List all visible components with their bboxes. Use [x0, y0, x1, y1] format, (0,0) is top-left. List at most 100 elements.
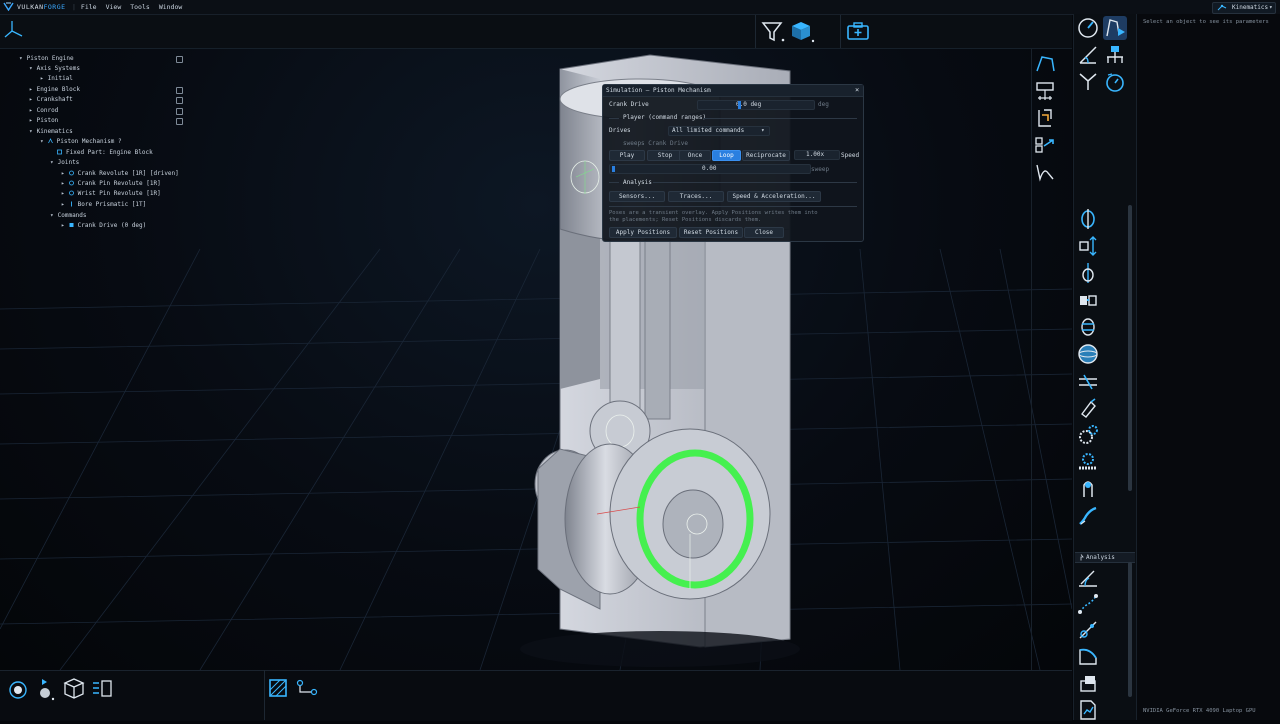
cable-joint-tool[interactable] [1076, 477, 1100, 501]
axis-triad-icon[interactable] [3, 18, 25, 40]
tree-node-label: Crankshaft [36, 96, 73, 103]
analysis-panel-header[interactable]: Analysis [1075, 552, 1135, 563]
stop-button[interactable]: Stop [647, 150, 683, 161]
section-divider [653, 182, 857, 183]
tree-node-initial[interactable]: ▸ Initial [40, 75, 73, 82]
mechanism-icon[interactable] [1034, 53, 1056, 75]
simulation-tool[interactable] [1103, 16, 1127, 40]
close-button[interactable]: Close [744, 227, 784, 238]
gear-joint-tool[interactable] [1076, 423, 1100, 447]
trace-tool[interactable] [1076, 592, 1100, 616]
envelope-tool[interactable] [1076, 644, 1100, 668]
layer-list-icon[interactable] [91, 679, 113, 699]
planar-joint-tool[interactable] [1076, 369, 1100, 393]
clash-tool[interactable] [1076, 672, 1100, 696]
speed-field[interactable]: 1.00x [794, 150, 840, 160]
rack-joint-tool[interactable] [1076, 450, 1100, 474]
revolute-joint-tool[interactable] [1076, 207, 1100, 231]
angle-tool[interactable] [1076, 43, 1100, 67]
tool-column-scrollbar[interactable] [1128, 205, 1132, 491]
visibility-checkbox[interactable] [176, 108, 183, 115]
measure-speed-tool[interactable] [1076, 566, 1100, 590]
tree-node-piston[interactable]: ▸ Piston [29, 117, 58, 124]
properties-panel: Select an object to see its parameters N… [1136, 14, 1280, 720]
apply-note-line-1: Poses are a transient overlay. Apply Pos… [609, 210, 818, 216]
command-icon[interactable] [1034, 134, 1056, 156]
tree-node-conrod[interactable]: ▸ Conrod [29, 107, 58, 114]
spherical-joint-tool[interactable] [1076, 315, 1100, 339]
slider-thumb[interactable] [738, 101, 741, 109]
rigid-joint-tool[interactable] [1076, 396, 1100, 420]
menu-file[interactable]: File [81, 3, 97, 11]
menu-window[interactable]: Window [159, 3, 182, 11]
orbit-icon[interactable] [7, 679, 29, 701]
cylindrical-joint-tool[interactable] [1076, 261, 1100, 285]
simulation-play-icon [1106, 19, 1125, 37]
replay-tool[interactable] [1103, 70, 1127, 94]
visibility-checkbox[interactable] [176, 97, 183, 104]
speed-acceleration-button[interactable]: Speed & Acceleration... [727, 191, 821, 202]
close-icon[interactable]: × [855, 86, 859, 94]
prismatic-joint-tool[interactable] [1076, 234, 1100, 258]
traces-button[interactable]: Traces... [668, 191, 724, 202]
screw-joint-tool[interactable] [1076, 288, 1100, 312]
reciprocate-button[interactable]: Reciprocate [742, 150, 790, 161]
sphere-joint-tool[interactable] [1076, 342, 1100, 366]
tree-node-joints[interactable]: ▾ Joints [50, 159, 79, 166]
once-button[interactable]: Once [679, 150, 711, 161]
tree-node-label: Bore Prismatic [1T] [77, 201, 147, 208]
collapse-arrow-icon: ▸ [61, 180, 65, 187]
tree-node-engine-block[interactable]: ▸ Engine Block [29, 86, 80, 93]
crank-drive-slider[interactable]: 0.0 deg [697, 100, 815, 110]
tree-node-bore-prismatic[interactable]: ▸ Bore Prismatic [1T] [61, 201, 146, 208]
analysis-scrollbar[interactable] [1128, 562, 1132, 697]
tree-connection-icon[interactable] [296, 679, 318, 697]
toolbox-icon[interactable] [846, 20, 870, 42]
apply-positions-button[interactable]: Apply Positions [609, 227, 677, 238]
revolute-joint-icon [1081, 209, 1095, 229]
tree-node-commands[interactable]: ▾ Commands [50, 212, 87, 219]
reset-positions-button[interactable]: Reset Positions [679, 227, 743, 238]
drives-select[interactable]: All limited commands ▾ [668, 126, 770, 136]
crankshaft-model[interactable] [534, 428, 771, 610]
law-curve-icon[interactable] [1034, 161, 1056, 183]
tree-node-label: Axis Systems [36, 65, 80, 72]
slider-thumb[interactable] [612, 166, 615, 172]
tree-node-crankshaft[interactable]: ▸ Crankshaft [29, 96, 73, 103]
visibility-checkbox[interactable] [176, 87, 183, 94]
tree-node-piston-engine[interactable]: ▾ Piston Engine [19, 55, 74, 62]
tree-node-piston-mechanism[interactable]: ▾ Piston Mechanism ? [40, 138, 122, 145]
collapse-arrow-icon: ▸ [40, 75, 44, 82]
section-hatch-icon[interactable] [269, 679, 287, 697]
swept-volume-tool[interactable] [1076, 618, 1100, 642]
view-cube-icon[interactable] [63, 677, 85, 701]
fixed-part-icon[interactable] [1034, 80, 1056, 102]
animate-part-icon[interactable] [37, 677, 57, 701]
visibility-checkbox[interactable] [176, 56, 183, 63]
report-tool[interactable] [1076, 698, 1100, 722]
selection-filter-icon[interactable] [761, 20, 787, 44]
menu-tools[interactable]: Tools [130, 3, 150, 11]
part-cube-icon[interactable] [789, 20, 815, 44]
visibility-checkbox[interactable] [176, 118, 183, 125]
dialog-title-bar[interactable]: Simulation — Piston Mechanism × [603, 85, 863, 97]
sensors-button[interactable]: Sensors... [609, 191, 665, 202]
tree-node-fixed-part[interactable]: Fixed Part: Engine Block [57, 149, 153, 156]
workbench-selector[interactable]: Kinematics ▾ [1212, 2, 1276, 14]
joint-icon[interactable] [1034, 107, 1056, 129]
point-curve-joint-tool[interactable] [1076, 504, 1100, 528]
speedometer-tool[interactable] [1076, 16, 1100, 40]
sweep-slider[interactable]: 0.00 [609, 164, 811, 174]
branch-tool[interactable] [1076, 70, 1100, 94]
tree-node-crank-revolute[interactable]: ▸ Crank Revolute [1R] [driven] [61, 170, 179, 177]
tree-node-kinematics[interactable]: ▾ Kinematics [29, 128, 73, 135]
assembly-tool[interactable] [1103, 43, 1127, 67]
kinematics-vertical-toolbar [1030, 49, 1072, 670]
menu-view[interactable]: View [106, 3, 122, 11]
play-button[interactable]: Play [609, 150, 645, 161]
tree-node-wrist-pin-revolute[interactable]: ▸ Wrist Pin Revolute [1R] [61, 190, 161, 197]
loop-button[interactable]: Loop [712, 150, 741, 161]
tree-node-crank-drive[interactable]: ▸ Crank Drive (0 deg) [61, 222, 146, 229]
tree-node-axis-systems[interactable]: ▾ Axis Systems [29, 65, 80, 72]
tree-node-crank-pin-revolute[interactable]: ▸ Crank Pin Revolute [1R] [61, 180, 161, 187]
